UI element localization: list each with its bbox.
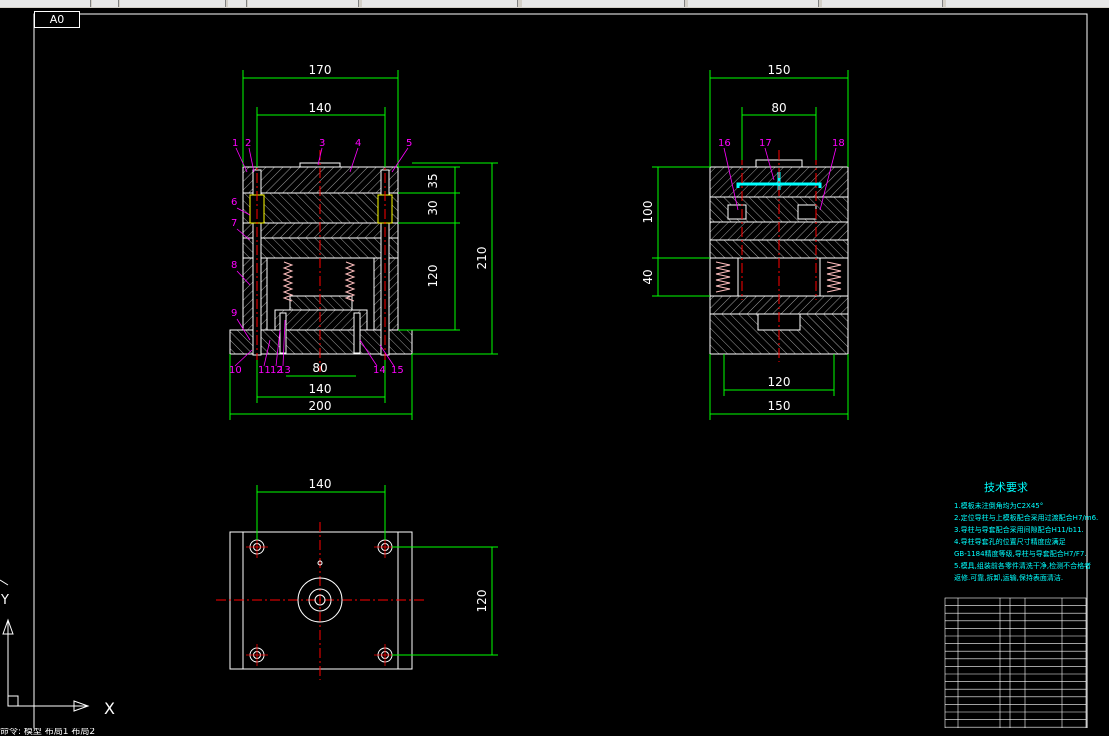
drawing-border: [33, 13, 1088, 735]
dim-200: 200: [309, 399, 332, 413]
svg-text:7: 7: [231, 218, 237, 229]
svg-text:4: 4: [355, 138, 361, 149]
svg-text:8: 8: [231, 260, 237, 271]
svg-text:GB-1184精度等级,导柱与导套配合H7/F7.: GB-1184精度等级,导柱与导套配合H7/F7.: [954, 549, 1087, 558]
command-status-line: 命令: 模型 布局1 布局2: [0, 728, 1109, 736]
svg-text:5: 5: [406, 138, 412, 149]
dim-30: 30: [426, 200, 440, 215]
svg-text:17: 17: [759, 138, 772, 149]
ejector-plate: [274, 309, 368, 331]
ucs-x-label: X: [104, 699, 115, 718]
dim-150-bottom: 150: [768, 399, 791, 413]
dim-100: 100: [641, 201, 655, 224]
svg-text:2: 2: [245, 138, 251, 149]
svg-text:3: 3: [319, 138, 325, 149]
dim-140-topview: 140: [309, 477, 332, 491]
svg-text:6: 6: [231, 197, 237, 208]
dim-80-bottom: 80: [312, 361, 327, 375]
svg-text:1.模板未注倒角均为C2X45°: 1.模板未注倒角均为C2X45°: [954, 501, 1043, 510]
dim-80-side: 80: [771, 101, 786, 115]
dim-120: 120: [426, 265, 440, 288]
cad-drawing-canvas[interactable]: 170 140 35 30 120 210 80 140 200 1 2 3 4…: [0, 0, 1109, 736]
side-view: 150 80 100 40 120 150 16 17 18: [641, 63, 849, 420]
ucs-icon: [0, 579, 90, 712]
tech-requirements: 技术要求 1.模板未注倒角均为C2X45° 2.定位导柱与上模板配合采用过渡配合…: [954, 481, 1098, 582]
svg-text:18: 18: [832, 138, 845, 149]
svg-text:15: 15: [391, 365, 404, 376]
dim-170: 170: [309, 63, 332, 77]
dim-40: 40: [641, 269, 655, 284]
dim-210: 210: [475, 247, 489, 270]
top-view: 140 120: [216, 477, 498, 680]
svg-text:返修.可靠,拆卸,运输,保持表面清洁.: 返修.可靠,拆卸,运输,保持表面清洁.: [954, 573, 1063, 582]
dim-35: 35: [426, 173, 440, 188]
dim-140-bottom: 140: [309, 382, 332, 396]
layout-tab-a0[interactable]: A0: [34, 11, 80, 28]
tech-title: 技术要求: [984, 481, 1028, 494]
svg-text:16: 16: [718, 138, 731, 149]
svg-text:2.定位导柱与上模板配合采用过渡配合H7/m6.: 2.定位导柱与上模板配合采用过渡配合H7/m6.: [954, 513, 1098, 522]
dim-120-side: 120: [768, 375, 791, 389]
ucs-y-label: Y: [0, 593, 9, 608]
svg-text:9: 9: [231, 308, 237, 319]
svg-text:4.导柱导套孔的位置尺寸精度应满足: 4.导柱导套孔的位置尺寸精度应满足: [954, 537, 1066, 546]
svg-text:13: 13: [278, 365, 291, 376]
ejector-retainer: [289, 295, 353, 311]
front-view: 170 140 35 30 120 210 80 140 200 1 2 3 4…: [229, 63, 498, 420]
svg-text:11: 11: [258, 365, 271, 376]
dim-140-top: 140: [309, 101, 332, 115]
svg-text:10: 10: [229, 365, 242, 376]
svg-text:14: 14: [373, 365, 386, 376]
dim-150-top: 150: [768, 63, 791, 77]
bom-table: [944, 597, 1087, 735]
svg-text:1: 1: [232, 138, 238, 149]
svg-text:3.导柱与导套配合采用间隙配合H11/b11.: 3.导柱与导套配合采用间隙配合H11/b11.: [954, 525, 1084, 534]
dim-120-topview: 120: [475, 590, 489, 613]
svg-text:5.模具,组装前各零件清洗干净,检测不合格者: 5.模具,组装前各零件清洗干净,检测不合格者: [954, 561, 1091, 570]
